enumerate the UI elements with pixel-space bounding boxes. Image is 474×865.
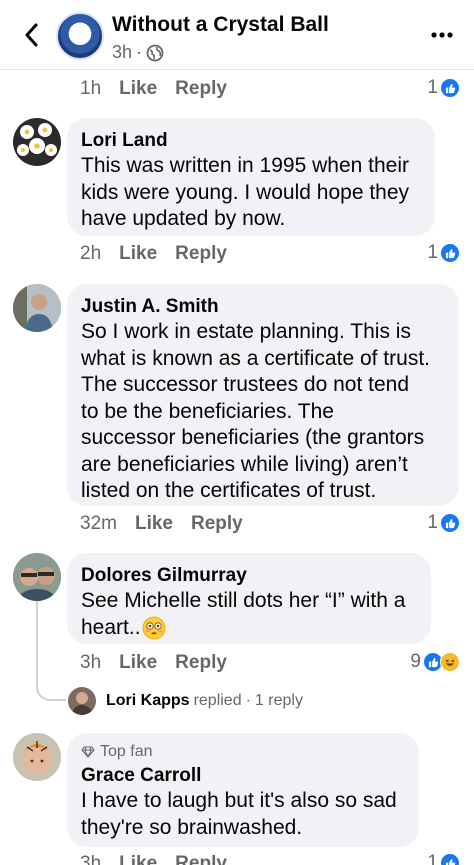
like-reaction-icon [440,853,460,865]
reaction-number: 1 [427,242,438,263]
comment-actions: 2h Like Reply [80,241,245,267]
meta-separator: · [136,42,143,62]
reaction-number: 9 [410,651,421,672]
replied-label: replied [193,692,242,709]
comment-bubble: Justin A. Smith So I work in estate plan… [67,284,459,506]
reaction-count[interactable]: 1 [427,852,460,865]
reply-button[interactable]: Reply [191,513,243,535]
page-title[interactable]: Without a Crystal Ball [112,13,329,37]
commenter-name[interactable]: Justin A. Smith [81,295,445,319]
reply-separator: · [245,692,251,709]
comment-time: 2h [80,243,102,264]
comment-line: listed on the certificates of trust. [81,479,377,502]
like-reaction-icon [440,78,460,98]
comment-line: heart.. [81,615,141,639]
comment-line: This was written in 1995 when their [81,154,409,177]
comment-actions: 3h Like Reply [80,851,245,865]
comment-line: I have to laugh but it's also so sad [81,789,397,812]
comment-line: So I work in estate planning. This is [81,320,411,343]
reaction-count[interactable]: 9 [410,651,460,673]
like-button[interactable]: Like [119,652,157,674]
comment-line: See Michelle still dots her “I” with a [81,589,406,612]
comment-bubble: Dolores Gilmurray See Michelle still dot… [67,553,431,644]
reply-thread-line [36,601,66,701]
comment-actions: 3h Like Reply [80,650,245,676]
post-meta: 3h · [112,42,164,63]
flushed-emoji-icon [142,616,165,640]
comment-line-wrap: heart.. [81,615,417,642]
comment-bubble: Lori Land This was written in 1995 when … [67,118,435,236]
comment-actions: 1h Like Reply [80,76,245,102]
avatar [68,687,96,715]
avatar[interactable] [13,284,61,332]
commenter-name[interactable]: Grace Carroll [81,764,405,788]
comment-line: have updated by now. [81,207,286,230]
reaction-count[interactable]: 1 [427,77,460,99]
like-button[interactable]: Like [119,853,157,865]
comment-line: successor beneficiaries (the grantors [81,426,425,449]
comment-actions: 32m Like Reply [80,511,261,537]
comment-time: 32m [80,513,117,534]
comment-time: 3h [80,652,102,673]
comment-line: they're so brainwashed. [81,815,303,839]
top-fan-badge: Top fan [81,742,405,762]
reply-count: 1 reply [254,692,303,709]
reply-button[interactable]: Reply [175,78,227,100]
like-button[interactable]: Like [119,78,157,100]
back-chevron-icon [25,23,38,47]
comment-line: what is known as a certificate of trust. [81,346,430,370]
commenter-name[interactable]: Lori Land [81,129,421,153]
reply-button[interactable]: Reply [175,652,227,674]
comment-line: are beneficiaries while living) aren’t [81,452,408,476]
avatar[interactable] [13,118,61,166]
view-replies-link[interactable]: Lori Kapps replied · 1 reply [68,687,303,715]
reaction-number: 1 [427,852,438,865]
comment-line: kids were young. I would hope they [81,180,410,204]
more-options-icon [431,32,453,38]
page-avatar[interactable] [56,12,104,60]
back-button[interactable] [16,20,46,50]
globe-icon [146,44,164,61]
reply-button[interactable]: Reply [175,853,227,865]
reaction-count[interactable]: 1 [427,512,460,534]
reaction-number: 1 [427,512,438,533]
top-fan-diamond-icon [81,746,95,758]
comment-line: to be the beneficiaries. The [81,399,334,423]
post-time: 3h [112,42,133,62]
like-button[interactable]: Like [119,243,157,265]
page-header: Without a Crystal Ball 3h · [0,0,474,70]
like-reaction-icon [440,513,460,533]
reaction-number: 1 [427,77,438,98]
replier-name: Lori Kapps [106,692,190,709]
avatar[interactable] [13,733,61,781]
like-button[interactable]: Like [135,513,173,535]
comment-time: 1h [80,78,102,99]
reply-button[interactable]: Reply [175,243,227,265]
more-options-button[interactable] [424,22,460,48]
comment-line: The successor trustees do not tend [81,373,410,396]
reaction-count[interactable]: 1 [427,242,460,264]
avatar[interactable] [13,553,61,601]
top-fan-label: Top fan [100,743,153,760]
like-reaction-icon [440,243,460,263]
comment-time: 3h [80,853,102,865]
commenter-name[interactable]: Dolores Gilmurray [81,564,417,588]
haha-reaction-icon [440,652,460,672]
comment-bubble: Top fan Grace Carroll I have to laugh bu… [67,733,419,847]
